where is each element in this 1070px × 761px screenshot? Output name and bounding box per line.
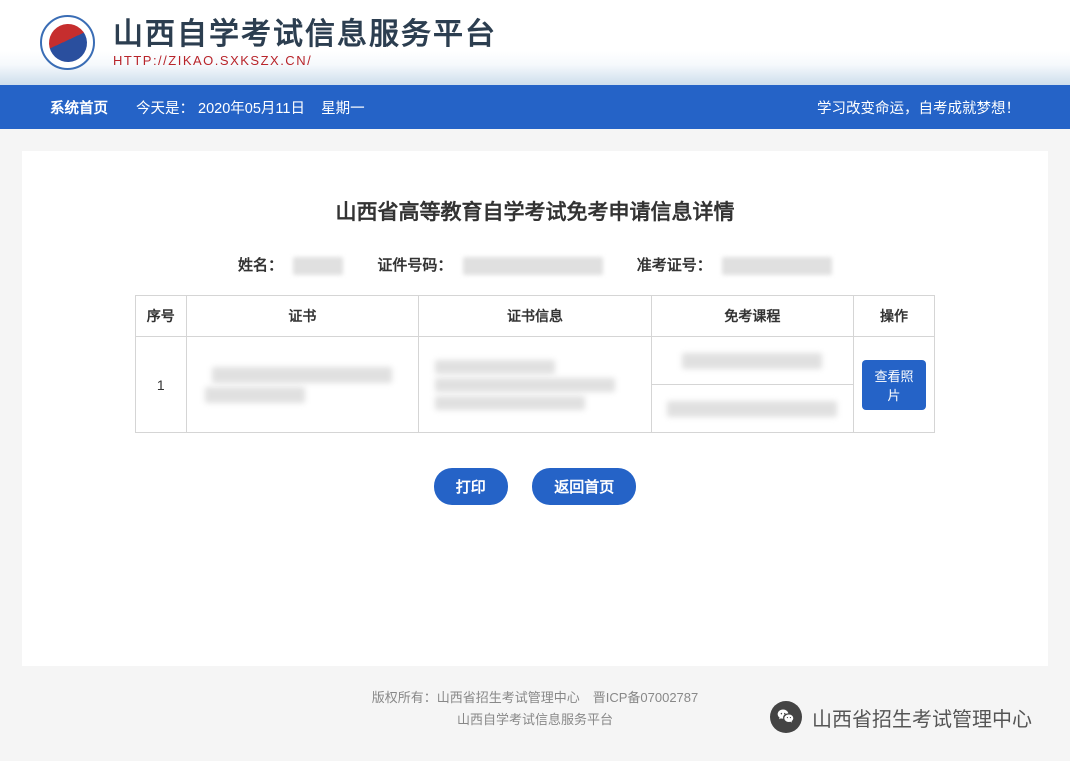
course-redacted-1 <box>682 353 822 369</box>
cert-redacted <box>212 367 392 383</box>
nav-home-link[interactable]: 系统首页 <box>50 97 108 118</box>
certinfo-redacted-3 <box>435 396 585 410</box>
name-label: 姓名： <box>238 257 283 274</box>
print-button[interactable]: 打印 <box>434 468 508 505</box>
th-seq: 序号 <box>136 296 187 337</box>
site-url: HTTP://ZIKAO.SXKSZX.CN/ <box>113 53 497 68</box>
ticket-label: 准考证号： <box>637 257 712 274</box>
today-label: 今天是： <box>136 101 194 117</box>
weekday: 星期一 <box>321 101 365 117</box>
wechat-text: 山西省招生考试管理中心 <box>812 703 1032 732</box>
certinfo-redacted-2 <box>435 378 615 392</box>
logo-glyph <box>43 18 92 67</box>
nav-bar: 系统首页 今天是： 2020年05月11日 星期一 学习改变命运，自考成就梦想！ <box>0 85 1070 129</box>
title-block: 山西自学考试信息服务平台 HTTP://ZIKAO.SXKSZX.CN/ <box>113 18 497 68</box>
cell-seq: 1 <box>136 337 187 433</box>
exemption-table: 序号 证书 证书信息 免考课程 操作 1 <box>135 295 935 433</box>
date-value: 2020年05月11日 <box>198 101 305 117</box>
wechat-attribution: 山西省招生考试管理中心 <box>762 697 1040 737</box>
cert-redacted-2 <box>205 387 305 403</box>
applicant-info: 姓名： 证件号码： 准考证号： <box>22 254 1048 275</box>
cell-cert-info <box>419 337 652 433</box>
th-cert-info: 证书信息 <box>419 296 652 337</box>
th-action: 操作 <box>854 296 935 337</box>
content-panel: 山西省高等教育自学考试免考申请信息详情 姓名： 证件号码： 准考证号： 序号 证… <box>22 151 1048 666</box>
table-row: 1 查看照片 <box>136 337 935 385</box>
th-course: 免考课程 <box>651 296 853 337</box>
wechat-icon <box>770 701 802 733</box>
th-cert: 证书 <box>186 296 419 337</box>
nav-date: 今天是： 2020年05月11日 星期一 <box>136 97 365 118</box>
ticket-value-redacted <box>722 257 832 275</box>
cell-course-1 <box>651 337 853 385</box>
button-row: 打印 返回首页 <box>22 468 1048 505</box>
cell-cert <box>186 337 419 433</box>
course-redacted-2 <box>667 401 837 417</box>
table-header-row: 序号 证书 证书信息 免考课程 操作 <box>136 296 935 337</box>
page-title: 山西省高等教育自学考试免考申请信息详情 <box>22 196 1048 226</box>
name-value-redacted <box>293 257 343 275</box>
back-home-button[interactable]: 返回首页 <box>532 468 636 505</box>
cell-action: 查看照片 <box>854 337 935 433</box>
site-header: 山西自学考试信息服务平台 HTTP://ZIKAO.SXKSZX.CN/ <box>0 0 1070 85</box>
view-photo-button[interactable]: 查看照片 <box>862 360 926 410</box>
site-title: 山西自学考试信息服务平台 <box>113 18 497 51</box>
nav-slogan: 学习改变命运，自考成就梦想！ <box>817 97 1020 118</box>
id-label: 证件号码： <box>377 257 452 274</box>
cell-course-2 <box>651 385 853 433</box>
nav-left: 系统首页 今天是： 2020年05月11日 星期一 <box>50 97 365 118</box>
id-value-redacted <box>463 257 603 275</box>
site-logo <box>40 15 95 70</box>
certinfo-redacted-1 <box>435 360 555 374</box>
